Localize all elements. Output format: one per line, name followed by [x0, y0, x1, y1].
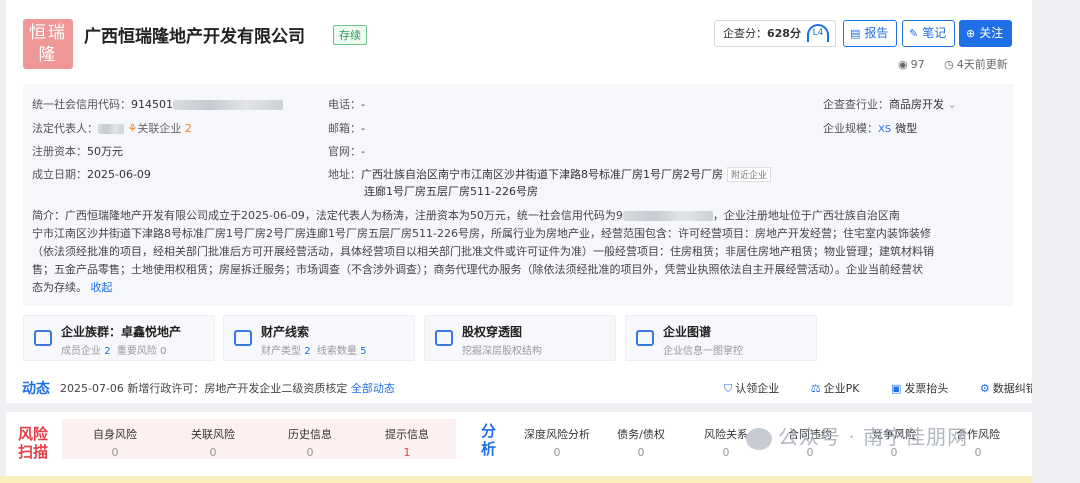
invoice-icon: ▣ [890, 382, 902, 395]
card-title: 股权穿透图 [462, 325, 523, 339]
risk-item-history[interactable]: 历史信息 0 [265, 426, 355, 459]
risk-item-hint[interactable]: 提示信息 1 [362, 426, 452, 459]
score-label: 企查分： [723, 27, 767, 40]
blurred-name [98, 124, 124, 134]
blurred-value [173, 100, 283, 110]
company-intro: 简介：广西恒瑞隆地产开发有限公司成立于2025-06-09，法定代表人为杨涛，注… [32, 209, 934, 294]
report-button[interactable]: ▤ 报告 [843, 20, 898, 47]
company-name[interactable]: 广西恒瑞隆地产开发有限公司 [84, 22, 305, 47]
graph-icon [636, 330, 654, 346]
score-value: 628分 [767, 27, 801, 40]
card-title: 企业族群：卓鑫悦地产 [61, 325, 182, 339]
eye-icon: ◉ [898, 58, 908, 71]
dynamic-heading: 动态 [22, 381, 50, 397]
company-pk-link[interactable]: ⚖ 企业PK [811, 382, 874, 395]
report-label: 报告 [864, 26, 889, 40]
plus-icon: ⊕ [966, 27, 976, 40]
card-assets[interactable]: 财产线索 财产类型 2 线索数量 5 [223, 315, 415, 361]
related-companies-link[interactable]: ⚘关联企业 2 [128, 122, 192, 135]
wechat-icon [746, 427, 772, 450]
chevron-down-icon: ⌄ [947, 98, 957, 111]
card-title: 财产线索 [261, 325, 310, 339]
gauge-icon: L4 [807, 24, 829, 42]
dynamic-text: 2025-07-06 新增行政许可：房地产开发企业二级资质核定 全部动态 [60, 382, 395, 395]
analysis-item-deep[interactable]: 深度风险分析 0 [512, 426, 602, 459]
clock-icon: ◷ [944, 58, 954, 71]
equity-chart-icon [435, 330, 453, 346]
action-links: ⛉ 认领企业 ⚖ 企业PK ▣ 发票抬头 ⚙ 数据纠错 [724, 380, 1065, 396]
capital-row: 注册资本：50万元 [32, 145, 123, 158]
nearby-companies-button[interactable]: 附近企业 [727, 167, 772, 182]
risk-item-self[interactable]: 自身风险 0 [70, 426, 160, 459]
established-row: 成立日期：2025-06-09 [32, 168, 151, 181]
bottom-banner-strip [0, 476, 1080, 483]
correction-icon: ⚙ [979, 382, 990, 395]
card-subtitle: 挖掘深层股权结构 [462, 346, 542, 357]
pencil-icon: ✎ [909, 27, 919, 40]
assets-icon [234, 330, 252, 346]
card-graph[interactable]: 企业图谱 企业信息一图掌控 [625, 315, 817, 361]
email-row: 邮箱：- [328, 122, 365, 135]
document-icon: ▤ [850, 27, 861, 40]
group-icon [34, 330, 52, 346]
legal-rep-row: 法定代表人： ⚘关联企业 2 [32, 122, 192, 135]
card-title: 企业图谱 [663, 325, 712, 339]
phone-row: 电话：- [328, 98, 365, 111]
all-dynamics-link[interactable]: 全部动态 [351, 382, 395, 395]
update-time: ◷ 4天前更新 [944, 58, 1008, 71]
page-gutter [1032, 0, 1080, 483]
blurred-code [622, 211, 713, 221]
card-subtitle: 财产类型 2 线索数量 5 [261, 346, 367, 357]
page-meta: ◉ 97 ◷ 4天前更新 [898, 56, 1024, 72]
address-row: 地址：广西壮族自治区南宁市江南区沙井街道下津路8号标准厂房1号厂房2号厂房 附近企… [328, 166, 772, 182]
card-subtitle: 企业信息一图掌控 [663, 346, 743, 357]
website-row: 官网：- [328, 145, 365, 158]
pk-icon: ⚖ [810, 382, 821, 395]
address-line2: 连廊1号厂房五层厂房511-226号房 [364, 185, 538, 198]
risk-item-related[interactable]: 关联风险 0 [168, 426, 258, 459]
claim-company-link[interactable]: ⛉ 认领企业 [724, 382, 793, 395]
claim-icon: ⛉ [724, 382, 733, 395]
note-button[interactable]: ✎ 笔记 [902, 20, 956, 47]
score-widget[interactable]: 企查分：628分 L4 [714, 20, 836, 47]
company-logo: 恒瑞隆 [23, 19, 73, 69]
follow-button[interactable]: ⊕ 关注 [959, 20, 1013, 47]
follow-label: 关注 [979, 26, 1004, 40]
analysis-label: 分析 [481, 422, 497, 458]
card-subtitle: 成员企业 2 重要风险 0 [61, 346, 167, 357]
invoice-link[interactable]: ▣ 发票抬头 [891, 382, 962, 395]
collapse-link[interactable]: 收起 [91, 281, 113, 294]
scale-badge: XS [878, 124, 892, 135]
credit-code-row: 统一社会信用代码：914501 [32, 96, 283, 112]
industry-row[interactable]: 企查查行业：商品房开发 ⌄ [823, 96, 957, 112]
watermark: 公众号 · 南宁佳朋网 [746, 421, 968, 450]
views-count: ◉ 97 [898, 58, 925, 71]
related-icon: ⚘ [127, 122, 138, 135]
status-badge: 存续 [333, 25, 367, 45]
card-equity[interactable]: 股权穿透图 挖掘深层股权结构 [424, 315, 616, 361]
analysis-item-debt[interactable]: 债务/债权 0 [596, 426, 686, 459]
note-label: 笔记 [922, 26, 947, 40]
risk-scan-label: 风险 扫描 [18, 425, 49, 461]
card-group[interactable]: 企业族群：卓鑫悦地产 成员企业 2 重要风险 0 [23, 315, 215, 361]
scale-row: 企业规模：XS 微型 [823, 122, 918, 135]
